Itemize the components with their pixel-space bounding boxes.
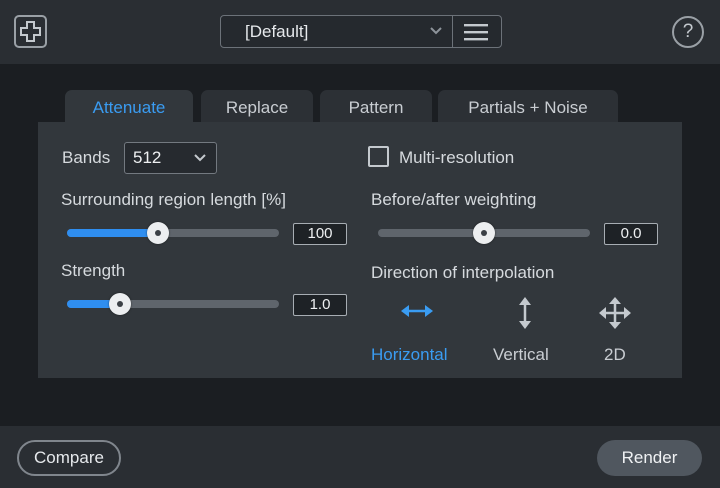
menu-icon[interactable]	[464, 23, 488, 41]
tab-pattern[interactable]: Pattern	[320, 90, 432, 124]
four-way-arrow-icon[interactable]	[598, 296, 632, 330]
surrounding-region-handle[interactable]	[147, 222, 170, 244]
multi-resolution-checkbox[interactable]	[368, 146, 389, 167]
add-module-button[interactable]	[14, 15, 47, 48]
chevron-down-icon	[194, 154, 206, 162]
vertical-arrow-icon[interactable]	[515, 296, 535, 330]
strength-handle[interactable]	[109, 293, 131, 315]
compare-button[interactable]: Compare	[17, 440, 121, 476]
before-after-weighting-handle[interactable]	[473, 222, 495, 244]
horizontal-arrow-icon[interactable]	[400, 302, 434, 320]
surrounding-region-value[interactable]: 100	[293, 223, 347, 245]
bands-label: Bands	[62, 148, 111, 167]
direction-of-interpolation-label: Direction of interpolation	[371, 263, 555, 282]
plus-icon	[20, 21, 41, 42]
tab-attenuate[interactable]: Attenuate	[65, 90, 193, 124]
direction-2d-label[interactable]: 2D	[604, 345, 626, 365]
surrounding-region-label: Surrounding region length [%]	[61, 190, 286, 209]
strength-value[interactable]: 1.0	[293, 294, 347, 316]
strength-slider[interactable]	[67, 293, 279, 315]
strength-label: Strength	[61, 261, 126, 280]
direction-vertical-label[interactable]: Vertical	[493, 345, 549, 365]
preset-value: [Default]	[245, 22, 309, 41]
help-icon[interactable]: ?	[672, 16, 704, 48]
before-after-weighting-label: Before/after weighting	[371, 190, 537, 209]
before-after-weighting-value[interactable]: 0.0	[604, 223, 658, 245]
preset-dropdown[interactable]: [Default]	[220, 15, 502, 48]
render-button[interactable]: Render	[597, 440, 702, 476]
preset-divider	[452, 16, 453, 47]
chevron-down-icon	[430, 27, 442, 35]
surrounding-region-slider[interactable]	[67, 222, 279, 244]
before-after-weighting-slider[interactable]	[378, 222, 590, 244]
tab-partials-noise[interactable]: Partials + Noise	[438, 90, 618, 124]
bands-select[interactable]: 512	[124, 142, 217, 174]
direction-horizontal-label[interactable]: Horizontal	[371, 345, 448, 365]
tab-replace[interactable]: Replace	[201, 90, 313, 124]
surrounding-region-fill	[67, 229, 159, 237]
multi-resolution-label: Multi-resolution	[399, 148, 515, 167]
bands-value: 512	[133, 148, 162, 167]
